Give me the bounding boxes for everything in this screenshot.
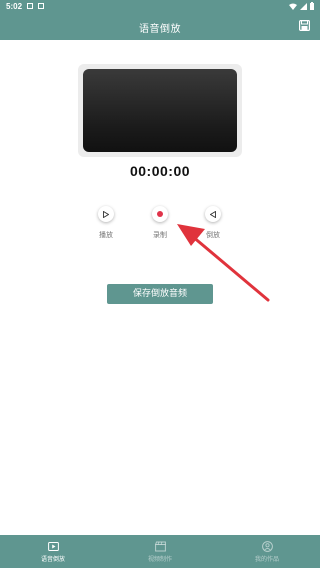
signal-icon xyxy=(300,2,307,10)
wifi-icon xyxy=(289,3,297,10)
reverse-control[interactable]: 倒放 xyxy=(193,206,233,240)
nav-item-video-making[interactable]: 视频制作 xyxy=(130,541,190,563)
status-bar: 5:02 xyxy=(0,0,320,14)
nav-label-voice-reverse: 语音倒放 xyxy=(40,556,65,563)
save-reversed-audio-button[interactable]: 保存倒放音频 xyxy=(107,284,213,304)
play-control[interactable]: 播放 xyxy=(86,206,126,240)
play-icon xyxy=(103,210,109,218)
gallery-notification-icon xyxy=(27,3,33,9)
reverse-button[interactable] xyxy=(205,206,221,222)
status-indicators xyxy=(289,2,314,10)
recording-timer: 00:00:00 xyxy=(129,163,191,179)
record-label: 录制 xyxy=(153,231,167,239)
play-square-icon xyxy=(47,542,59,551)
user-circle-icon xyxy=(261,541,273,552)
status-time: 5:02 xyxy=(6,2,23,11)
bottom-navigation: 语音倒放 视频制作 我的作品 xyxy=(0,535,320,568)
play-label: 播放 xyxy=(99,231,113,239)
app-screen: 5:02 语音倒放 00:00:00 播放 录制 倒放 保存倒放音频 语音倒放 … xyxy=(0,0,320,568)
record-button[interactable] xyxy=(152,206,168,222)
reverse-label: 倒放 xyxy=(206,231,220,239)
audio-player-screen xyxy=(83,69,237,152)
record-control[interactable]: 录制 xyxy=(140,206,180,240)
app-header: 语音倒放 xyxy=(0,14,320,40)
nav-item-voice-reverse[interactable]: 语音倒放 xyxy=(23,541,83,563)
app-notification-icon xyxy=(38,3,44,9)
record-dot-icon xyxy=(157,211,163,217)
nav-label-video-making: 视频制作 xyxy=(147,556,172,563)
page-title: 语音倒放 xyxy=(139,24,181,35)
play-button[interactable] xyxy=(98,206,114,222)
clapper-icon xyxy=(154,541,166,552)
battery-icon xyxy=(310,2,314,10)
audio-player-frame xyxy=(78,64,242,157)
nav-label-my-works: 我的作品 xyxy=(254,556,279,563)
nav-item-my-works[interactable]: 我的作品 xyxy=(237,541,297,563)
save-icon[interactable] xyxy=(299,20,310,31)
reverse-icon xyxy=(210,210,216,218)
